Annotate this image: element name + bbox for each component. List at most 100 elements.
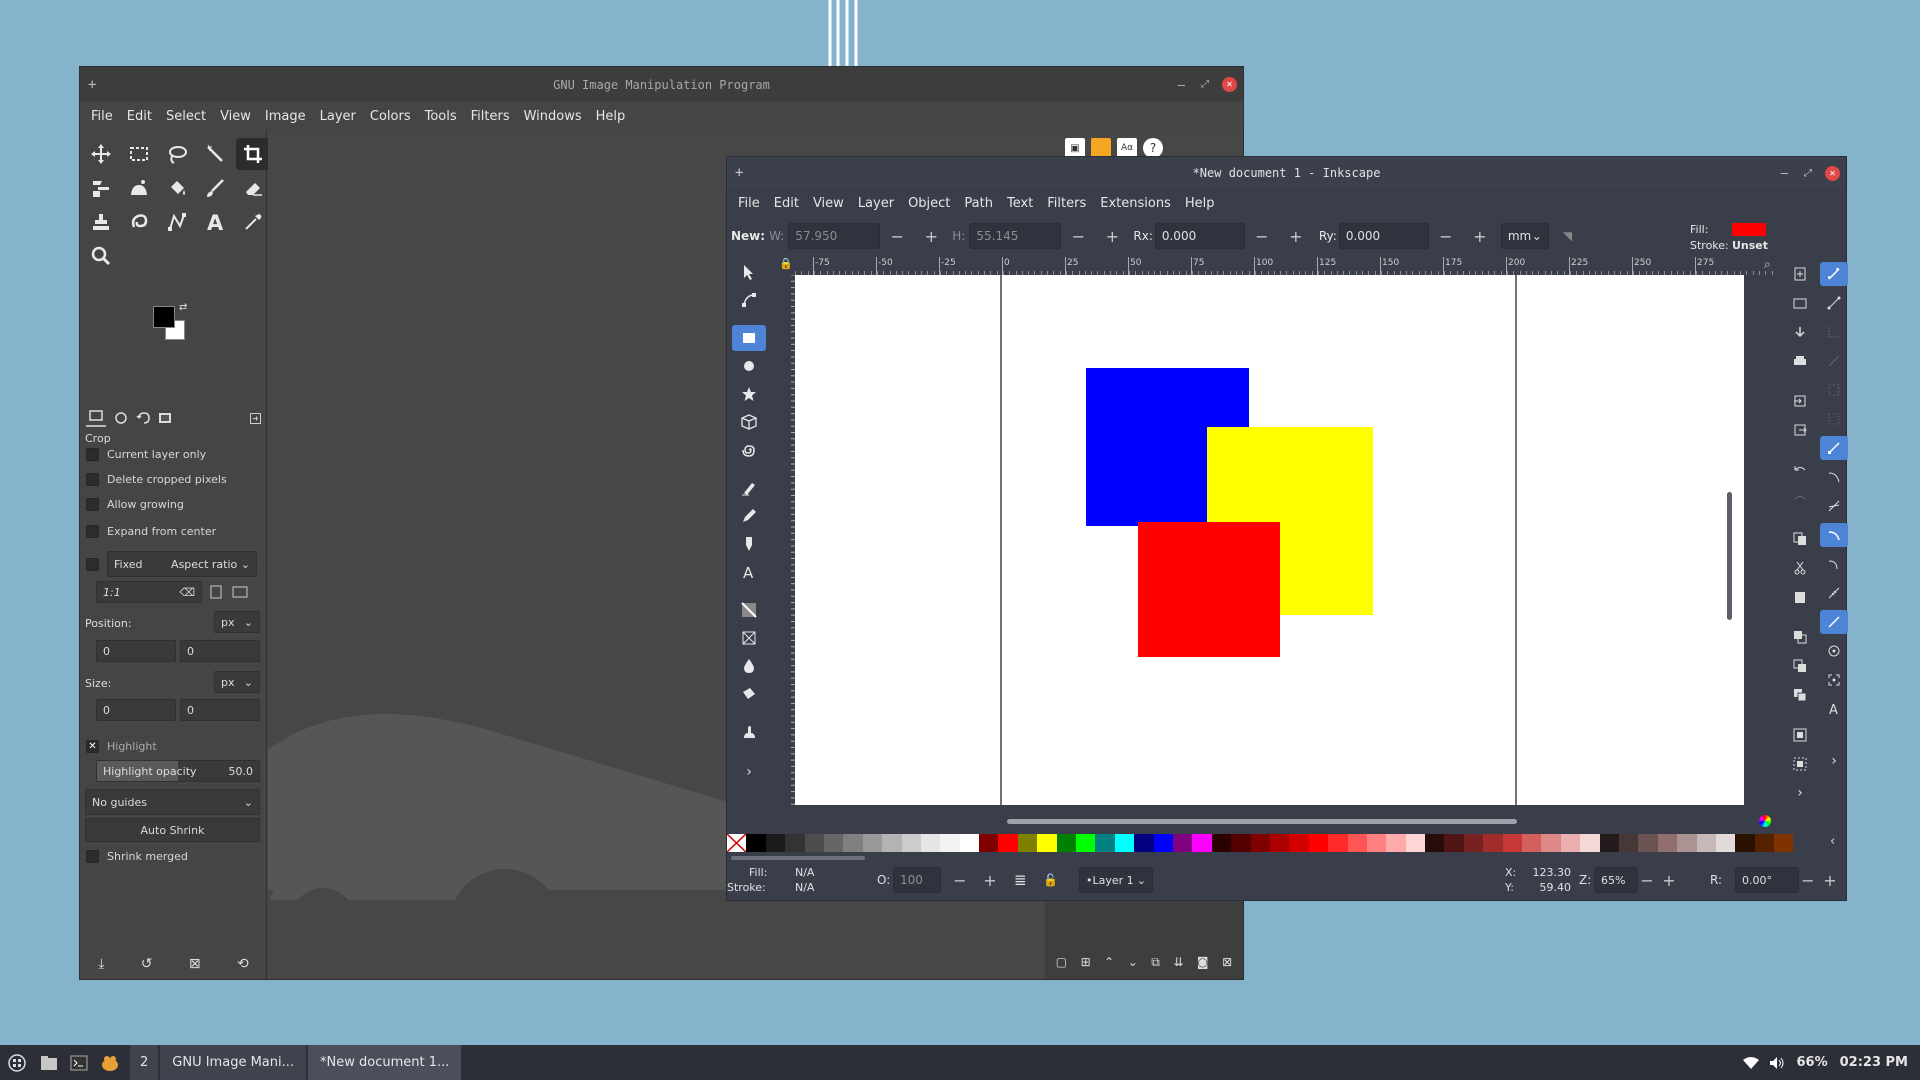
palette-swatch[interactable]	[1037, 834, 1057, 852]
no-paint-swatch[interactable]	[727, 834, 747, 852]
lasso-icon[interactable]	[160, 138, 194, 170]
battery-status[interactable]: 66%	[1791, 1045, 1834, 1080]
menu-path[interactable]: Path	[957, 196, 1000, 211]
option-delete-cropped[interactable]: Delete cropped pixels	[86, 473, 227, 486]
clock[interactable]: 02:23 PM	[1834, 1045, 1920, 1080]
fixed-checkbox[interactable]	[86, 557, 99, 571]
palette-swatch[interactable]	[1715, 834, 1736, 852]
option-expand-from-center[interactable]: Expand from center	[86, 525, 216, 538]
3d-box-tool-icon[interactable]	[732, 409, 766, 435]
palette-swatch[interactable]	[862, 834, 883, 852]
palette-swatch[interactable]	[1638, 834, 1658, 852]
rx-increment[interactable]: +	[1279, 227, 1313, 246]
menu-view[interactable]: View	[806, 196, 851, 211]
save-preset-icon[interactable]: ⤓	[98, 956, 104, 972]
palette-menu-icon[interactable]: ‹	[1830, 834, 1835, 849]
palette-swatch[interactable]	[1774, 834, 1794, 852]
minimize-icon[interactable]: –	[1178, 78, 1185, 92]
configure-tab-icon[interactable]	[250, 412, 261, 424]
palette-swatch[interactable]	[1618, 834, 1639, 852]
palette-swatch[interactable]	[1231, 834, 1251, 852]
snap-cusp-nodes-icon[interactable]	[1820, 523, 1848, 547]
mesh-tool-icon[interactable]	[732, 625, 766, 651]
menu-colors[interactable]: Colors	[363, 109, 418, 124]
palette-swatch[interactable]	[1289, 834, 1309, 852]
snap-smooth-nodes-icon[interactable]	[1820, 552, 1848, 576]
palette-swatch[interactable]	[1347, 834, 1367, 852]
palette-swatch[interactable]	[1250, 834, 1270, 852]
menu-layer[interactable]: Layer	[313, 109, 363, 124]
menu-file[interactable]: File	[731, 196, 767, 211]
menu-help[interactable]: Help	[1178, 196, 1222, 211]
save-icon[interactable]	[1786, 320, 1814, 344]
zoom-tool-icon[interactable]	[84, 240, 118, 272]
unit-dropdown[interactable]: mm ⌄	[1500, 223, 1549, 249]
palette-swatch[interactable]	[1192, 834, 1212, 852]
menu-image[interactable]: Image	[258, 109, 313, 124]
palette-swatch[interactable]	[1444, 834, 1464, 852]
terminal-icon[interactable]	[64, 1045, 94, 1080]
checkbox[interactable]	[86, 448, 99, 461]
palette-swatch[interactable]	[1095, 834, 1115, 852]
palette-swatch[interactable]	[1017, 834, 1038, 852]
vertical-scrollbar[interactable]	[1727, 492, 1732, 620]
snap-paths-icon[interactable]	[1820, 465, 1848, 489]
snap-toggle-icon[interactable]	[1820, 262, 1848, 286]
opacity-decrement[interactable]: −	[943, 871, 977, 890]
menu-filters[interactable]: Filters	[1040, 196, 1093, 211]
inkscape-canvas[interactable]	[795, 275, 1744, 805]
lock-guides-icon[interactable]: 🔒	[779, 257, 793, 270]
text-tool-icon[interactable]: A	[198, 206, 232, 238]
position-unit-dropdown[interactable]: px ⌄	[214, 611, 260, 633]
app-menu-icon[interactable]	[0, 1045, 34, 1080]
snap-bbox-icon[interactable]	[1820, 291, 1848, 315]
snap-text-baseline-icon[interactable]: A	[1820, 697, 1848, 721]
palette-swatch[interactable]	[998, 834, 1018, 852]
width-increment[interactable]: +	[914, 227, 948, 246]
height-increment[interactable]: +	[1095, 227, 1129, 246]
paste-icon[interactable]	[1786, 585, 1814, 609]
palette-swatch[interactable]	[1366, 834, 1387, 852]
ungroup-icon[interactable]	[1786, 752, 1814, 776]
fill-stroke-indicator[interactable]: Fill: Stroke: Unset	[1690, 217, 1786, 255]
volume-icon[interactable]	[1763, 1045, 1791, 1080]
menu-layer[interactable]: Layer	[851, 196, 901, 211]
option-current-layer-only[interactable]: Current layer only	[86, 448, 206, 461]
palette-swatch[interactable]	[1211, 834, 1232, 852]
checkbox[interactable]	[86, 498, 99, 511]
expand-toolbox-icon[interactable]: ›	[732, 759, 766, 785]
palette-swatch[interactable]	[1076, 834, 1096, 852]
checked-checkbox[interactable]: ✕	[86, 740, 99, 753]
help-icon[interactable]: ?	[1143, 138, 1163, 158]
task-gimp[interactable]: GNU Image Mani...	[160, 1045, 307, 1080]
palette-swatch[interactable]	[1522, 834, 1542, 852]
palette-swatch[interactable]	[1696, 834, 1716, 852]
open-icon[interactable]	[1786, 291, 1814, 315]
fixed-mode-dropdown[interactable]: Fixed Aspect ratio ⌄	[107, 551, 257, 577]
landscape-icon[interactable]	[232, 586, 248, 598]
opacity-increment[interactable]: +	[973, 871, 1007, 890]
rect-select-icon[interactable]	[122, 138, 156, 170]
clone-icon[interactable]	[1786, 654, 1814, 678]
tool-options-tab-icon[interactable]	[86, 409, 106, 427]
delete-layer-icon[interactable]: ⊠	[1222, 955, 1232, 975]
palette-swatch[interactable]	[1425, 834, 1445, 852]
undo-history-tab-icon[interactable]	[136, 411, 150, 425]
palette-swatch[interactable]	[1483, 834, 1503, 852]
text-tool-icon[interactable]: A	[732, 559, 766, 585]
group-icon[interactable]	[1786, 723, 1814, 747]
pen-tool-icon[interactable]	[732, 503, 766, 529]
maximize-icon[interactable]: ⤢	[1201, 79, 1209, 90]
position-x-input[interactable]: 0	[96, 640, 176, 662]
delete-preset-icon[interactable]: ⊠	[189, 956, 201, 972]
raise-layer-icon[interactable]: ⌃	[1104, 955, 1114, 975]
crop-tool-icon[interactable]	[236, 138, 270, 170]
opacity-input[interactable]: 100	[893, 867, 941, 893]
calligraphy-tool-icon[interactable]	[732, 531, 766, 557]
merge-layer-icon[interactable]: ⇊	[1173, 955, 1183, 975]
clear-icon[interactable]: ⌫	[179, 586, 195, 599]
palette-swatch[interactable]	[1056, 834, 1077, 852]
palette-swatch[interactable]	[979, 834, 999, 852]
snap-rotation-center-icon[interactable]	[1820, 668, 1848, 692]
color-picker-icon[interactable]	[236, 206, 270, 238]
